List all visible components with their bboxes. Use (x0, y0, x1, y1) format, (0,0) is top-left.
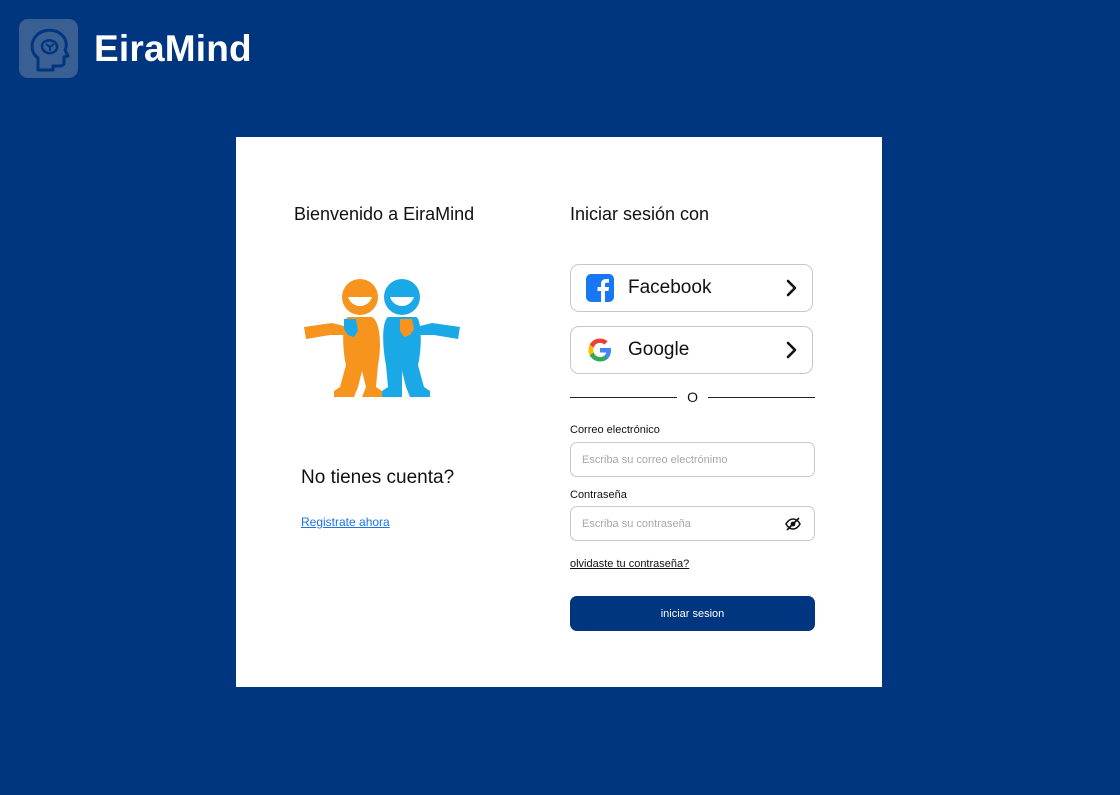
forgot-password-link[interactable]: olvidaste tu contraseña? (570, 558, 689, 570)
brain-head-icon (19, 19, 78, 78)
chevron-right-icon (786, 279, 798, 297)
register-link[interactable]: Registrate ahora (301, 515, 390, 529)
email-field-wrapper (570, 442, 815, 477)
divider-line (707, 396, 816, 398)
password-field[interactable] (580, 516, 784, 531)
or-divider: O (570, 388, 816, 406)
password-field-wrapper (570, 506, 815, 541)
chevron-right-icon (786, 341, 798, 359)
login-submit-button[interactable]: iniciar sesion (570, 596, 815, 631)
app-name: EiraMind (94, 27, 252, 69)
email-field[interactable] (580, 452, 814, 467)
divider-line (570, 396, 678, 398)
email-label: Correo electrónico (570, 424, 660, 436)
google-login-button[interactable]: Google (570, 326, 813, 374)
google-label: Google (628, 339, 690, 360)
signin-title: Iniciar sesión con (570, 204, 710, 224)
no-account-text: No tienes cuenta? (301, 467, 455, 488)
facebook-label: Facebook (628, 277, 712, 298)
two-people-hugging-illustration (302, 279, 462, 404)
login-card: Bienvenido a EiraMind No tienes cuenta? … (236, 137, 882, 687)
facebook-login-button[interactable]: Facebook (570, 264, 813, 312)
divider-text: O (687, 389, 698, 405)
password-label: Contraseña (570, 489, 627, 501)
app-logo: EiraMind (19, 19, 252, 78)
facebook-icon (586, 274, 614, 302)
google-icon (586, 336, 614, 364)
eye-off-icon[interactable] (784, 515, 802, 533)
welcome-title: Bienvenido a EiraMind (294, 204, 475, 224)
